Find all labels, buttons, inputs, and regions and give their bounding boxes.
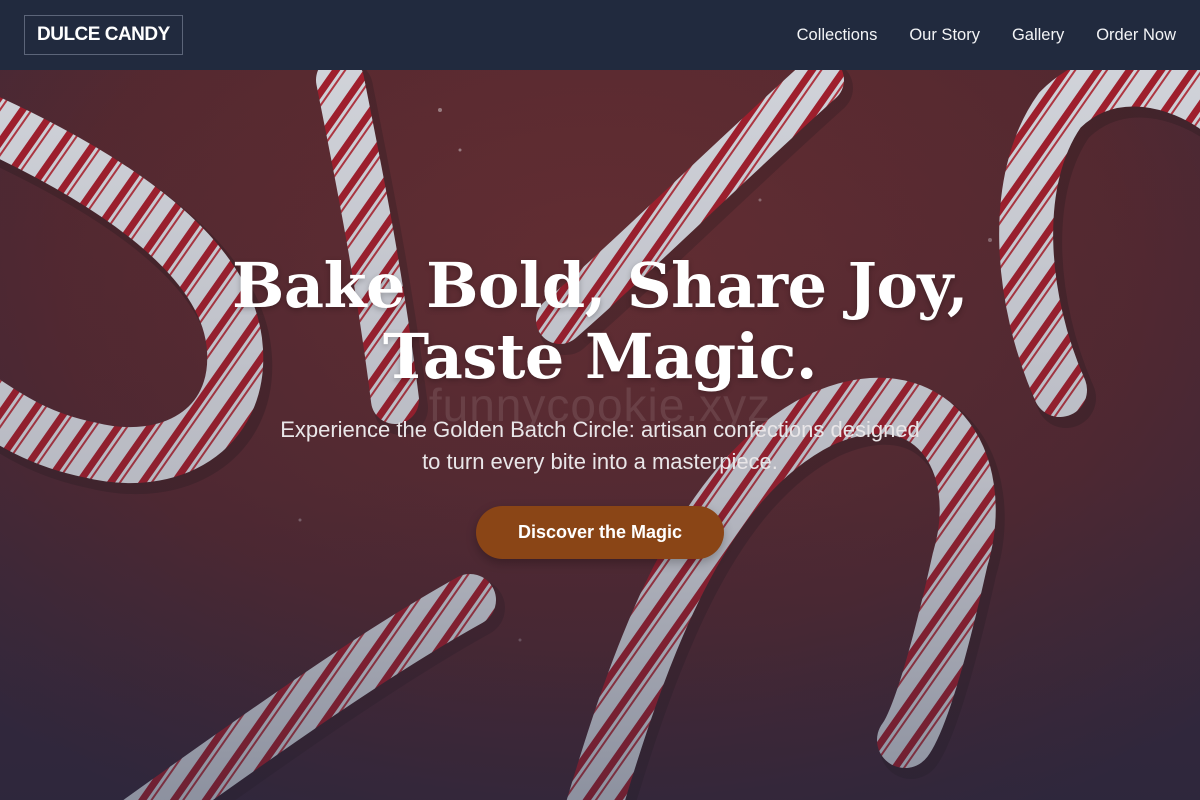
top-navbar: DULCE CANDY Collections Our Story Galler… — [0, 0, 1200, 70]
hero-title: Bake Bold, Share Joy, Taste Magic. — [0, 250, 1200, 392]
nav-link-gallery[interactable]: Gallery — [1012, 26, 1064, 45]
nav-link-our-story[interactable]: Our Story — [909, 26, 980, 45]
nav-links: Collections Our Story Gallery Order Now — [797, 26, 1176, 45]
hero-title-line-2: Taste Magic. — [383, 320, 818, 393]
discover-magic-button[interactable]: Discover the Magic — [476, 506, 724, 559]
nav-link-collections[interactable]: Collections — [797, 26, 878, 45]
hero-subtitle: Experience the Golden Batch Circle: arti… — [280, 417, 920, 474]
brand-logo[interactable]: DULCE CANDY — [24, 15, 183, 55]
hero-title-line-1: Bake Bold, Share Joy, — [232, 249, 968, 322]
nav-link-order-now[interactable]: Order Now — [1096, 26, 1176, 45]
hero-section: Bake Bold, Share Joy, Taste Magic. Exper… — [0, 250, 1200, 559]
